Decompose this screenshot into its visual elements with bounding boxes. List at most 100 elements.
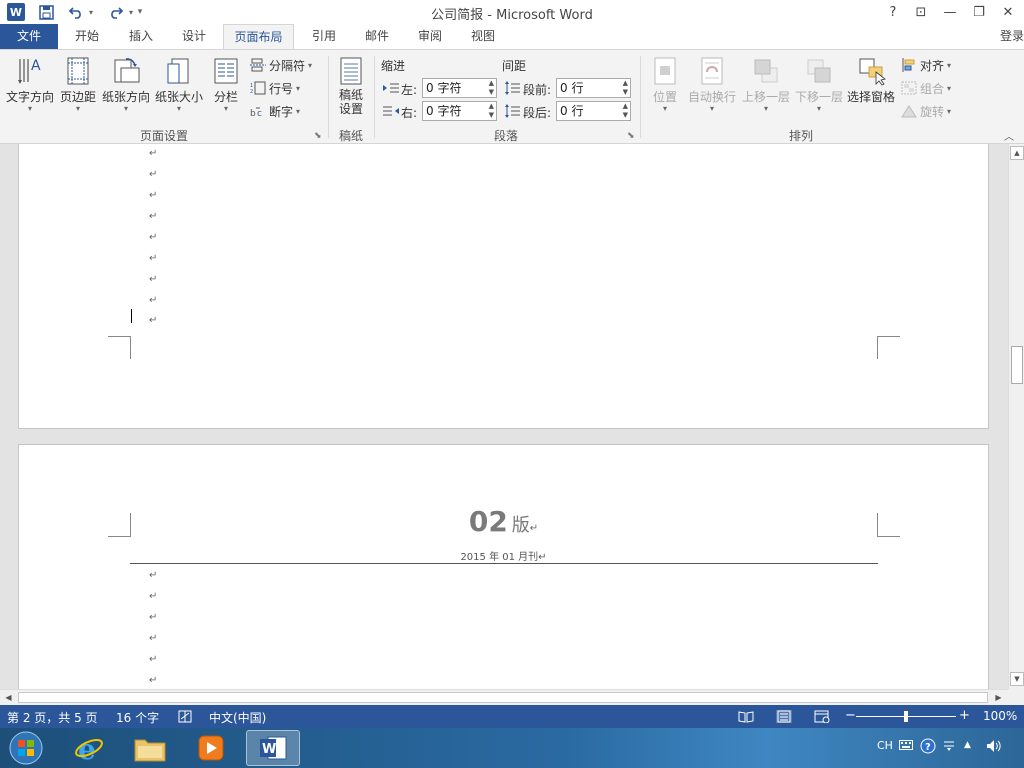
help-button[interactable]: ? [880,2,906,22]
indent-left-input[interactable]: 0 字符 ▲ ▼ [422,78,497,98]
start-button[interactable] [0,730,52,766]
save-icon[interactable] [37,3,55,21]
close-button[interactable]: ✕ [995,2,1021,22]
selection-pane-button[interactable]: 选择窗格 [846,56,896,105]
position-button[interactable]: 位置 ▾ [646,56,684,113]
page-2[interactable]: 02 版↵ 2015 年 01 月刊↵ ↵ ↵ ↵ ↵ ↵ ↵ [18,444,989,689]
spinner-icon[interactable]: ▲ ▼ [489,79,494,97]
page-header[interactable]: 02 版↵ [19,505,988,538]
text-direction-button[interactable]: A 文字方向 ▾ [4,56,56,113]
document-area[interactable]: ↵ ↵ ↵ ↵ ↵ ↵ ↵ ↵ ↵ 02 版↵ 2015 年 01 月刊↵ ↵ … [0,144,1008,689]
bring-forward-icon [754,59,778,83]
zoom-in-button[interactable]: + [959,708,970,723]
chevron-down-icon: ▾ [947,60,952,70]
tab-page-layout[interactable]: 页面布局 [223,24,294,50]
read-mode-icon[interactable] [738,710,754,723]
group-button[interactable]: 组合 ▾ [901,79,951,97]
page-setup-dialog-launcher-icon[interactable]: ⬊ [314,131,322,141]
vertical-scrollbar[interactable]: ▲ ▼ [1008,144,1024,689]
print-layout-icon[interactable] [776,710,792,723]
tab-references[interactable]: 引用 [300,24,348,49]
svg-text:?: ? [925,742,931,753]
undo-dropdown-icon[interactable]: ▾ [86,3,96,21]
zoom-slider-thumb[interactable] [904,711,908,722]
customize-quick-access-icon[interactable]: ▾ [134,3,146,21]
manuscript-settings-button[interactable]: 稿纸 设置 [333,56,369,116]
vertical-scroll-thumb[interactable] [1011,346,1023,384]
tab-insert[interactable]: 插入 [117,24,165,49]
tab-file[interactable]: 文件 [0,24,58,49]
ribbon: A 文字方向 ▾ 页边距 ▾ 纸张方向 ▾ 纸张大小 ▾ 分栏 ▾ 分隔符 ▾ 1… [0,49,1024,144]
wrap-text-button[interactable]: 自动换行 ▾ [686,56,738,113]
spinner-icon[interactable]: ▲ ▼ [623,79,628,97]
tab-design[interactable]: 设计 [170,24,218,49]
scroll-right-icon[interactable]: ▶ [992,691,1005,704]
scroll-down-icon[interactable]: ▼ [1010,672,1024,686]
tab-review[interactable]: 审阅 [406,24,454,49]
scroll-up-icon[interactable]: ▲ [1010,146,1024,160]
taskbar-media-player[interactable] [184,730,238,766]
page-count-status[interactable]: 第 2 页，共 5 页 [7,709,98,726]
columns-button[interactable]: 分栏 ▾ [208,56,244,113]
input-language-indicator[interactable]: CH [877,739,893,752]
word-icon: W [260,736,287,760]
rotate-icon [901,105,917,118]
web-layout-icon[interactable] [814,710,830,723]
ribbon-display-options-icon[interactable]: ⊡ [908,2,934,22]
size-button[interactable]: 纸张大小 ▾ [153,56,205,113]
bring-forward-button[interactable]: 上移一层 ▾ [740,56,792,113]
spinner-icon[interactable]: ▲ ▼ [489,102,494,120]
zoom-out-button[interactable]: − [845,708,856,723]
redo-icon[interactable] [106,3,126,21]
word-app-icon[interactable]: W [7,3,25,21]
crop-mark [130,336,131,359]
horizontal-scroll-thumb[interactable] [18,692,988,703]
margins-button[interactable]: 页边距 ▾ [58,56,98,113]
show-hidden-icons-icon[interactable]: ▲ [964,740,971,750]
page-1[interactable]: ↵ ↵ ↵ ↵ ↵ ↵ ↵ ↵ ↵ [18,144,989,429]
taskbar-internet-explorer[interactable]: e [62,730,116,766]
send-backward-button[interactable]: 下移一层 ▾ [793,56,845,113]
zoom-level[interactable]: 100% [983,709,1017,723]
tab-view[interactable]: 视图 [459,24,507,49]
undo-icon[interactable] [66,3,86,21]
paragraph-mark: ↵ [149,633,158,644]
send-backward-icon [807,59,831,83]
taskbar-file-explorer[interactable] [123,730,177,766]
paragraph-mark: ↵ [149,295,158,306]
spacing-before-input[interactable]: 0 行 ▲ ▼ [556,78,631,98]
edition-number: 02 [468,505,508,538]
align-button[interactable]: 对齐 ▾ [901,56,951,74]
minimize-button[interactable]: — [937,2,963,22]
orientation-button[interactable]: 纸张方向 ▾ [100,56,152,113]
help-icon[interactable]: ? [920,738,936,754]
line-numbers-label: 行号 [269,81,294,96]
paper-size-icon [167,58,189,84]
scroll-left-icon[interactable]: ◀ [2,691,15,704]
spacing-after-icon [505,104,520,118]
word-count-status[interactable]: 16 个字 [116,709,159,726]
language-status[interactable]: 中文(中国) [209,709,266,726]
line-numbers-button[interactable]: 12 行号 ▾ [250,79,300,97]
sign-in-link[interactable]: 登录 [1000,27,1024,44]
taskbar-word[interactable]: W [246,730,300,766]
breaks-button[interactable]: 分隔符 ▾ [250,56,312,74]
spacing-after-input[interactable]: 0 行 ▲ ▼ [556,101,631,121]
proofing-icon[interactable] [178,710,192,723]
spinner-icon[interactable]: ▲ ▼ [623,102,628,120]
keyboard-icon[interactable] [899,740,913,750]
paragraph-dialog-launcher-icon[interactable]: ⬊ [627,131,635,141]
horizontal-scrollbar[interactable]: ◀ ▶ [0,689,1008,705]
restore-button[interactable]: ❐ [966,2,992,22]
tab-mailings[interactable]: 邮件 [353,24,401,49]
collapse-ribbon-icon[interactable]: ︿ [1004,128,1014,143]
rotate-button[interactable]: 旋转 ▾ [901,102,951,120]
volume-icon[interactable] [986,739,1002,753]
tab-home[interactable]: 开始 [63,24,111,49]
indent-right-input[interactable]: 0 字符 ▲ ▼ [422,101,497,121]
ime-settings-icon[interactable] [942,738,956,752]
hyphenation-button[interactable]: bc 断字 ▾ [250,102,300,120]
folder-icon [134,739,166,762]
media-player-icon [198,735,224,761]
align-icon [902,58,915,72]
